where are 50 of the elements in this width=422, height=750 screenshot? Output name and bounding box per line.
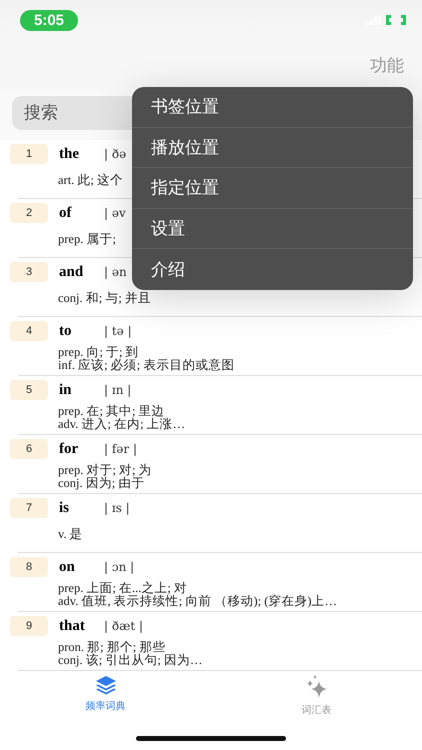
meaning-text: art. 此; 这个 (58, 174, 124, 187)
meaning-text: prep. 属于; (58, 233, 116, 246)
rank-badge: 5 (10, 380, 48, 400)
rank-badge: 7 (10, 498, 48, 518)
rank-badge: 1 (10, 144, 48, 164)
phonetic-text: | tə | (104, 324, 132, 338)
rank-badge: 4 (10, 321, 48, 341)
rank-badge: 6 (10, 439, 48, 459)
word-text: in (59, 382, 73, 398)
word-text: of (59, 204, 73, 222)
rank-badge: 9 (10, 616, 48, 636)
rank-badge: 2 (10, 203, 48, 223)
meaning-text: v. 是 (58, 528, 83, 541)
word-text: on (59, 558, 76, 576)
word-text: is (59, 500, 70, 516)
rank-badge: 8 (10, 557, 48, 577)
word-text: to (59, 322, 72, 340)
meaning-text: prep. 上面; 在...之上; 对 (58, 582, 188, 595)
word-text: for (59, 440, 80, 458)
meaning-text: adv. 值班, 表示持续性; 向前 （移动); (穿在身)上… (58, 595, 338, 608)
phonetic-text: | ən (104, 265, 127, 279)
word-text: the (59, 146, 80, 162)
menu-item[interactable]: 设置 (132, 208, 413, 249)
meaning-text: conj. 该; 引出从句; 因为… (58, 654, 202, 667)
meaning-text: adv. 进入; 在内; 上涨… (58, 418, 186, 431)
menu-item[interactable]: 书签位置 (132, 87, 413, 128)
phonetic-text: | ðæt | (104, 619, 144, 633)
meaning-text: conj. 因为; 由于 (58, 477, 144, 490)
meaning-text: prep. 向; 于; 到 (58, 346, 139, 359)
meaning-text: pron. 那; 那个; 那些 (58, 641, 166, 654)
phonetic-text: | ɔn | (104, 560, 134, 574)
meaning-text: conj. 和; 与; 并且 (58, 292, 151, 305)
meaning-text: prep. 在; 其中; 里边 (58, 405, 165, 418)
menu-item[interactable]: 播放位置 (132, 128, 413, 168)
meaning-text: inf. 应该; 必须; 表示目的或意图 (58, 359, 234, 372)
menu-item[interactable]: 指定位置 (132, 168, 413, 208)
word-text: that (59, 618, 86, 634)
phonetic-text: | ɪs | (104, 501, 130, 515)
menu-item[interactable]: 介绍 (132, 249, 413, 290)
word-text: and (59, 264, 84, 280)
status-time: 5:05 (20, 10, 78, 30)
battery-icon (386, 15, 406, 25)
rank-badge: 3 (10, 262, 48, 282)
phonetic-text: | əv (104, 206, 126, 220)
meaning-text: prep. 对于; 对; 为 (58, 464, 152, 477)
phonetic-text: | fər | (104, 442, 137, 456)
phonetic-text: | ɪn | (104, 383, 132, 397)
layers-icon (94, 675, 116, 695)
phonetic-text: | ðə (104, 147, 126, 161)
tab-button[interactable]: 频率词典 (0, 675, 211, 731)
